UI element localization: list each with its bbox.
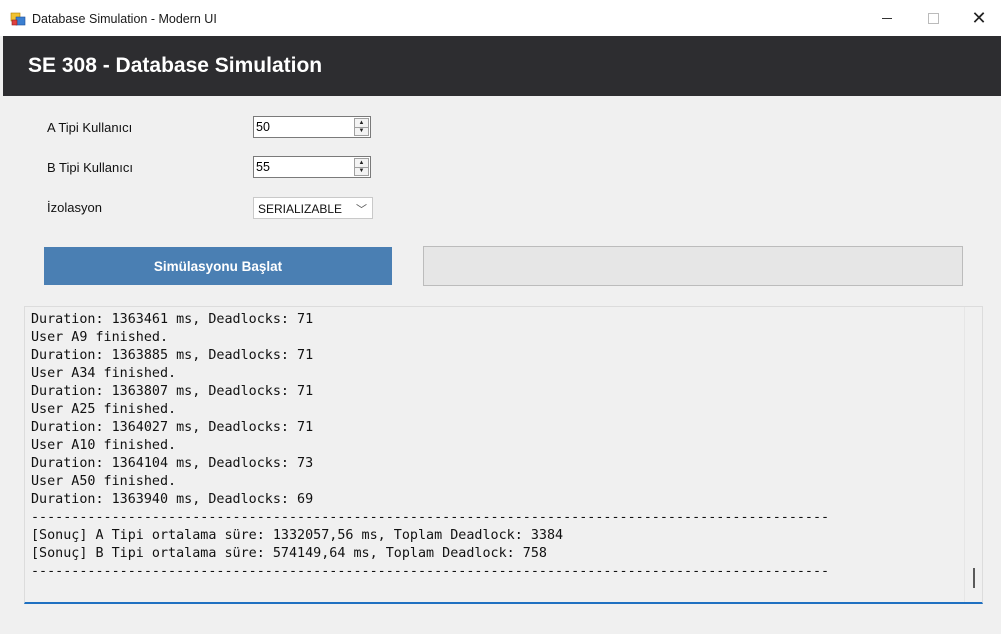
start-simulation-button[interactable]: Simülasyonu Başlat [44, 247, 392, 285]
minimize-icon [882, 17, 892, 19]
scrollbar-thumb[interactable] [973, 568, 975, 588]
close-icon: ✕ [971, 7, 987, 28]
b-users-spin-buttons: ▲ ▼ [354, 158, 369, 176]
log-scrollbar[interactable] [964, 307, 982, 602]
b-users-down-button[interactable]: ▼ [354, 167, 369, 176]
page-title: SE 308 - Database Simulation [28, 54, 323, 77]
log-line: ----------------------------------------… [31, 510, 830, 525]
a-users-down-button[interactable]: ▼ [354, 127, 369, 136]
a-users-input[interactable] [256, 119, 352, 135]
maximize-button[interactable] [910, 0, 956, 36]
log-line: [Sonuç] B Tipi ortalama süre: 574149,64 … [31, 546, 547, 561]
isolation-select[interactable]: SERIALIZABLE ﹀ [253, 197, 373, 219]
isolation-value: SERIALIZABLE [258, 202, 343, 216]
log-line: Duration: 1363461 ms, Deadlocks: 71 [31, 312, 314, 327]
b-users-input[interactable] [256, 159, 352, 175]
log-line: Duration: 1363940 ms, Deadlocks: 69 [31, 492, 314, 507]
a-users-up-button[interactable]: ▲ [354, 118, 369, 128]
log-lines: Duration: 1363461 ms, Deadlocks: 71 User … [31, 311, 829, 581]
app-icon [10, 12, 26, 26]
log-line: User A50 finished. [31, 474, 177, 489]
a-users-stepper: ▲ ▼ [253, 116, 371, 138]
b-users-stepper: ▲ ▼ [253, 156, 371, 178]
b-users-label: B Tipi Kullanıcı [47, 160, 133, 175]
isolation-label: İzolasyon [47, 200, 102, 215]
close-button[interactable]: ✕ [956, 0, 1001, 36]
arrow-up-icon: ▲ [358, 119, 365, 126]
log-line: User A25 finished. [31, 402, 177, 417]
maximize-icon [927, 12, 939, 24]
arrow-down-icon: ▼ [358, 128, 365, 135]
arrow-down-icon: ▼ [358, 168, 365, 175]
log-line: Duration: 1364027 ms, Deadlocks: 71 [31, 420, 314, 435]
log-line: Duration: 1363885 ms, Deadlocks: 71 [31, 348, 314, 363]
log-line: User A34 finished. [31, 366, 177, 381]
b-users-up-button[interactable]: ▲ [354, 158, 369, 168]
chevron-down-icon: ﹀ [356, 204, 367, 216]
progress-bar [423, 246, 963, 286]
window-title: Database Simulation - Modern UI [32, 12, 217, 26]
log-output[interactable]: Duration: 1363461 ms, Deadlocks: 71 User … [24, 306, 983, 604]
log-line: Duration: 1363807 ms, Deadlocks: 71 [31, 384, 314, 399]
log-line: Duration: 1364104 ms, Deadlocks: 73 [31, 456, 314, 471]
minimize-button[interactable] [864, 0, 910, 36]
log-line: [Sonuç] A Tipi ortalama süre: 1332057,56… [31, 528, 564, 543]
log-line: User A9 finished. [31, 330, 169, 345]
title-bar: Database Simulation - Modern UI ✕ [0, 0, 1001, 36]
log-line: ----------------------------------------… [31, 564, 830, 579]
log-line: User A10 finished. [31, 438, 177, 453]
a-users-spin-buttons: ▲ ▼ [354, 118, 369, 136]
header-bar: SE 308 - Database Simulation [3, 36, 1001, 96]
a-users-label: A Tipi Kullanıcı [47, 120, 133, 135]
arrow-up-icon: ▲ [358, 159, 365, 166]
